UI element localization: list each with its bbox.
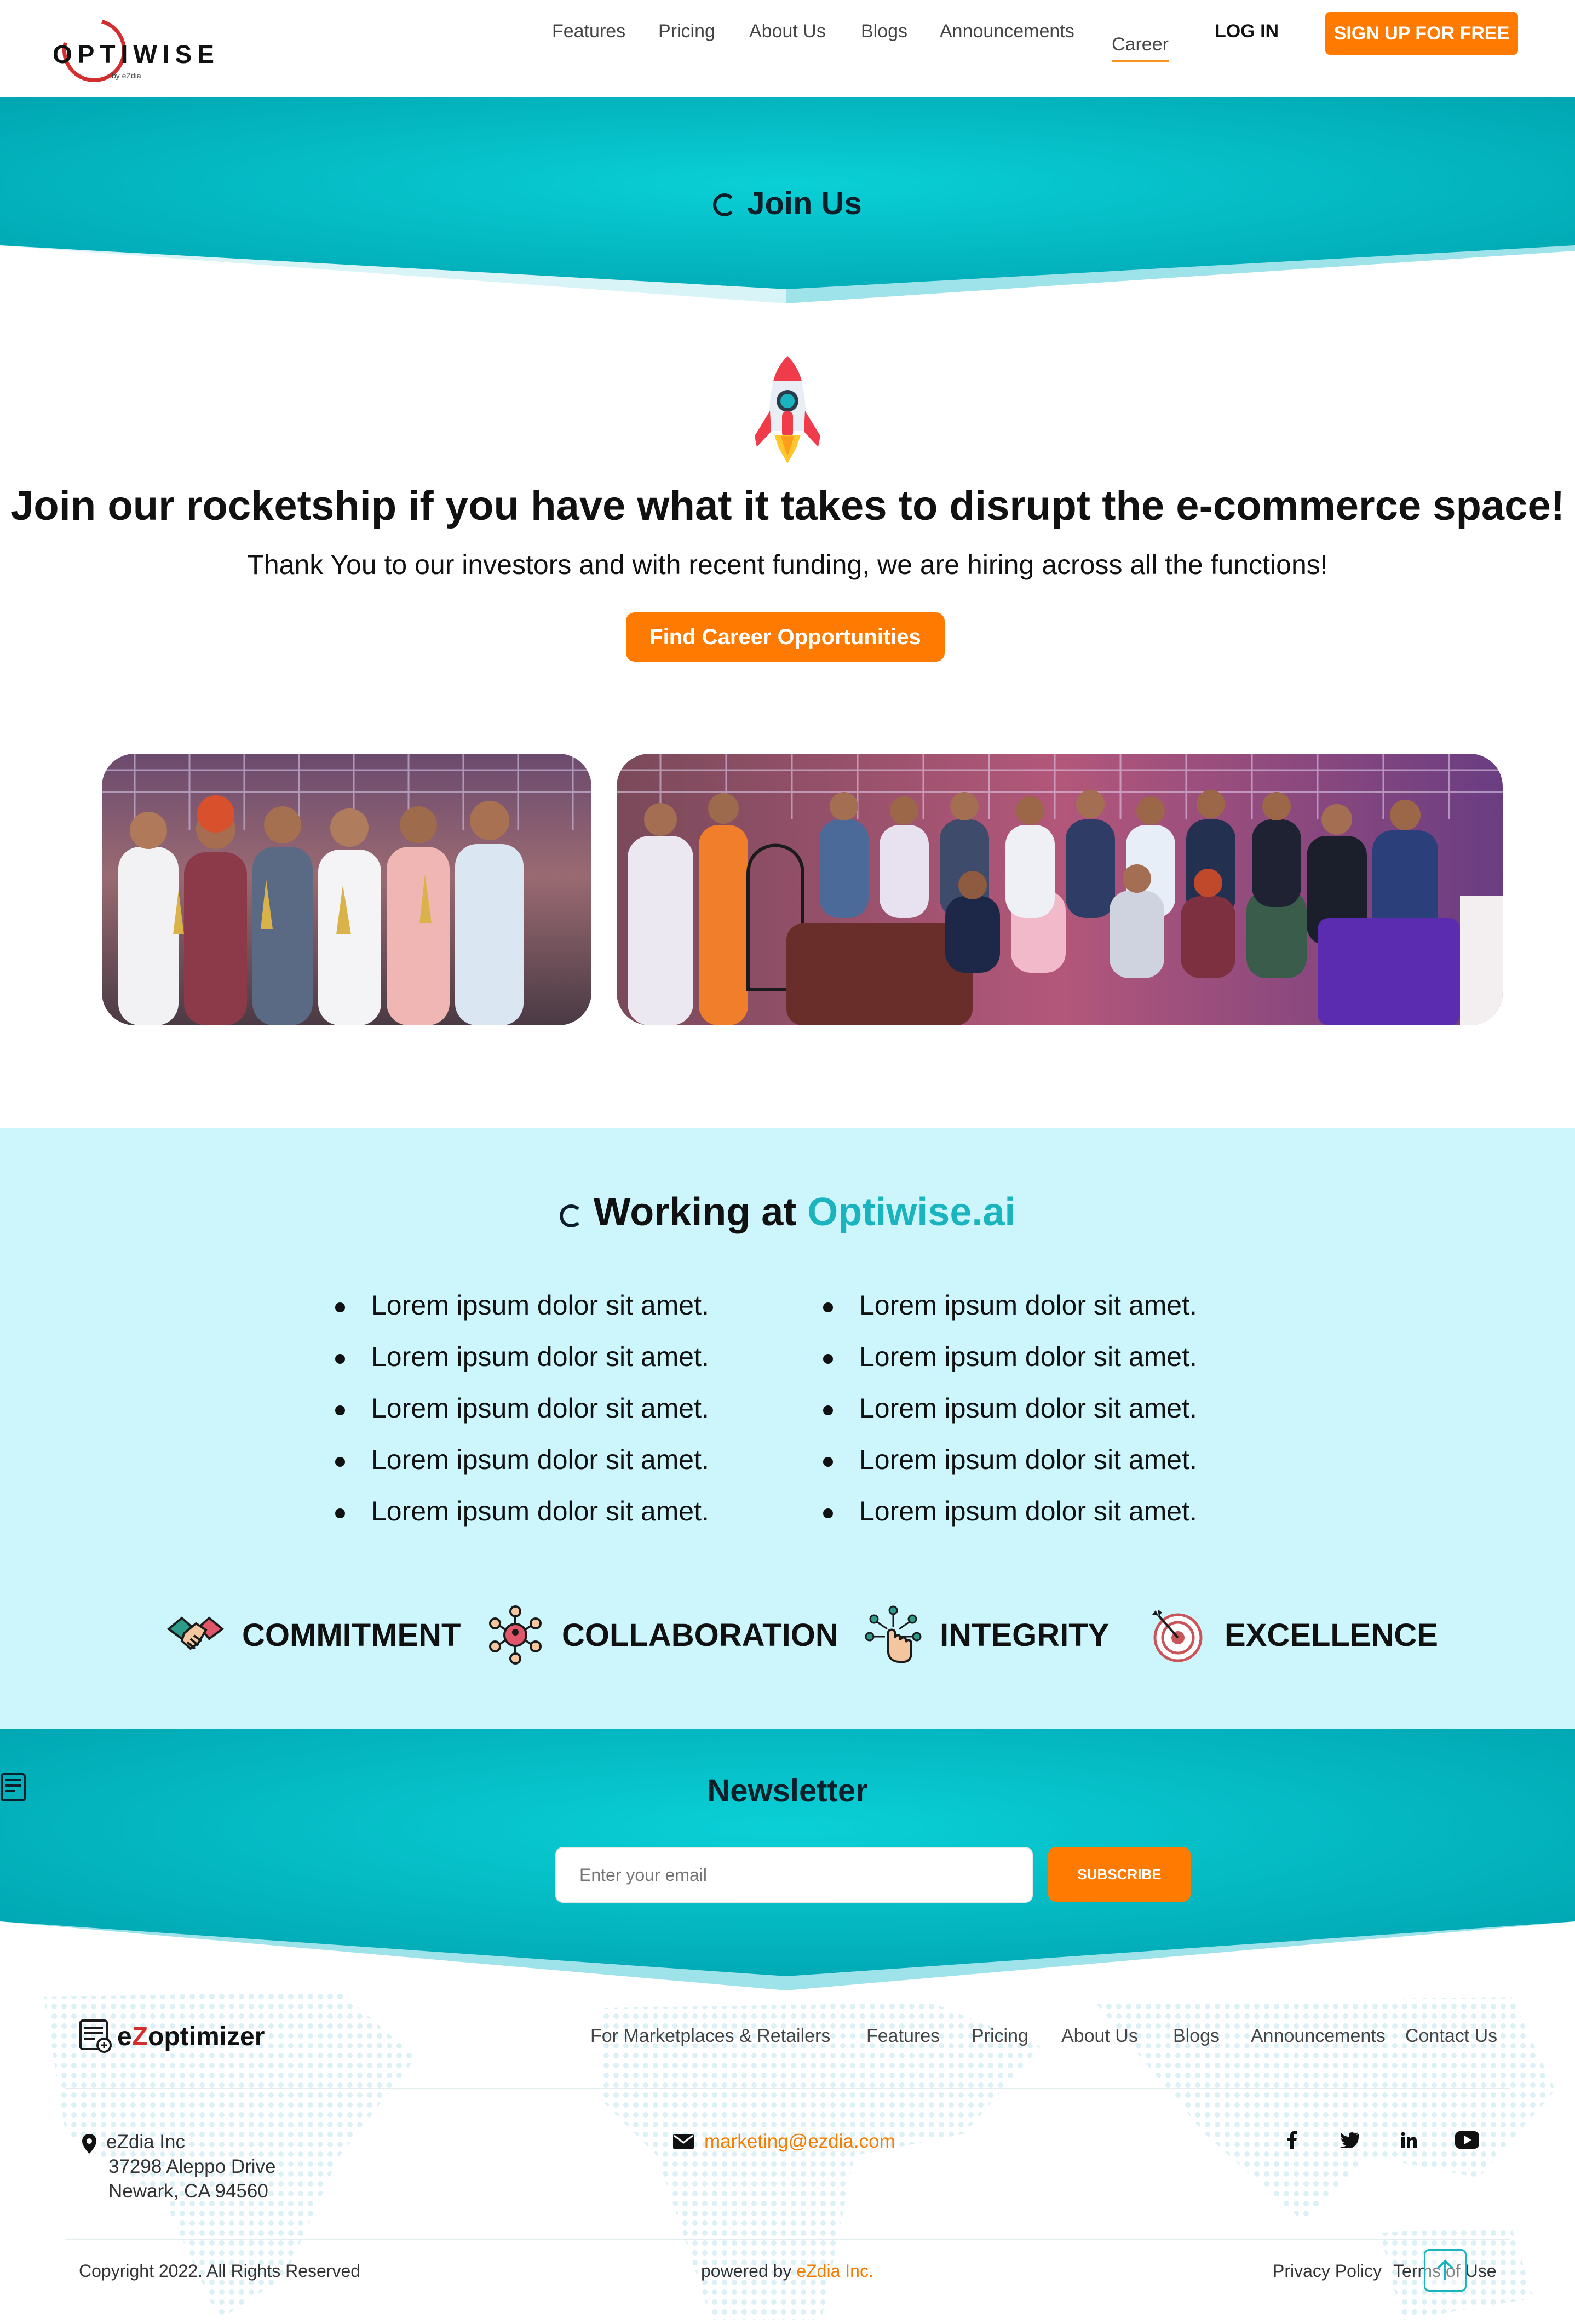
powered-by: powered by eZdia Inc. [701, 2261, 873, 2281]
brand-suffix: optimizer [148, 2022, 265, 2051]
footer-nav-pricing[interactable]: Pricing [972, 2025, 1028, 2047]
newsletter-title: Newsletter [0, 1772, 1575, 1809]
nav-about-us[interactable]: About Us [749, 21, 826, 42]
logo-subtitle: by eZdia [112, 71, 141, 80]
powered-link[interactable]: eZdia Inc. [796, 2261, 873, 2281]
optiwise-logo[interactable]: OPTIWISE by eZdia [50, 7, 222, 94]
ezoptimizer-icon [79, 2019, 112, 2053]
linkedin-glyph [1401, 2132, 1417, 2148]
mail-icon [673, 2134, 694, 2149]
scroll-to-top-button[interactable] [1424, 2249, 1467, 2292]
bullets-right: Lorem ipsum dolor sit amet. Lorem ipsum … [823, 1289, 1197, 1547]
value-label: INTEGRITY [940, 1617, 1110, 1653]
list-item: Lorem ipsum dolor sit amet. [335, 1289, 709, 1341]
twitter-icon[interactable] [1335, 2125, 1365, 2155]
working-title: Working at Optiwise.ai [0, 1190, 1575, 1235]
working-section: Working at Optiwise.ai Lorem ipsum dolor… [0, 1128, 1575, 1729]
newsletter-section: Newsletter SUBSCRIBE [0, 1729, 1575, 1992]
nav-announcements[interactable]: Announcements [940, 21, 1074, 42]
youtube-icon[interactable] [1452, 2125, 1482, 2155]
newsletter-title-text: Newsletter [707, 1773, 868, 1809]
subscribe-button[interactable]: SUBSCRIBE [1048, 1847, 1191, 1902]
powered-prefix: powered by [701, 2261, 792, 2281]
list-item: Lorem ipsum dolor sit amet. [335, 1341, 709, 1392]
banner-title-text: Join Us [747, 186, 862, 221]
value-label: EXCELLENCE [1225, 1617, 1438, 1653]
facebook-icon[interactable] [1277, 2125, 1307, 2155]
list-item: Lorem ipsum dolor sit amet. [823, 1289, 1197, 1341]
nav-blogs[interactable]: Blogs [861, 21, 907, 42]
footer-nav-blogs[interactable]: Blogs [1173, 2025, 1220, 2047]
list-item: Lorem ipsum dolor sit amet. [823, 1341, 1197, 1392]
find-career-button[interactable]: Find Career Opportunities [626, 612, 945, 662]
spinner-icon [713, 193, 737, 216]
list-item: Lorem ipsum dolor sit amet. [823, 1495, 1197, 1547]
copyright-text: Copyright 2022. All Rights Reserved [79, 2261, 361, 2281]
footer-nav-marketplaces[interactable]: For Marketplaces & Retailers [590, 2025, 830, 2047]
signup-button[interactable]: SIGN UP FOR FREE [1325, 12, 1518, 55]
address-company: eZdia Inc [106, 2131, 185, 2153]
value-collaboration: COLLABORATION [485, 1605, 838, 1665]
address-street: 37298 Aleppo Drive [108, 2156, 276, 2177]
handshake-icon [166, 1616, 225, 1650]
join-us-banner: Join Us [0, 97, 1575, 306]
value-commitment: COMMITMENT [165, 1605, 461, 1665]
brand-z: Z [131, 2022, 148, 2051]
footer-divider [65, 2088, 1510, 2089]
hero-subheading: Thank You to our investors and with rece… [247, 549, 1328, 580]
value-label: COMMITMENT [242, 1617, 461, 1653]
list-item: Lorem ipsum dolor sit amet. [335, 1392, 709, 1444]
twitter-glyph [1340, 2132, 1360, 2148]
footer-email[interactable]: marketing@ezdia.com [672, 2131, 895, 2153]
bullets-left: Lorem ipsum dolor sit amet. Lorem ipsum … [335, 1289, 709, 1547]
ezoptimizer-text: eZoptimizer [117, 2022, 265, 2052]
footer-nav-about-us[interactable]: About Us [1061, 2025, 1138, 2047]
list-item: Lorem ipsum dolor sit amet. [823, 1444, 1197, 1495]
banner-title: Join Us [0, 185, 1575, 222]
location-pin-icon [82, 2134, 96, 2154]
login-link[interactable]: LOG IN [1215, 21, 1279, 42]
footer-divider [65, 2239, 1510, 2240]
rocket-icon [755, 356, 820, 463]
brand-prefix: e [117, 2022, 132, 2051]
linkedin-icon[interactable] [1394, 2125, 1424, 2155]
value-integrity: INTEGRITY [863, 1605, 1109, 1665]
nav-pricing[interactable]: Pricing [658, 21, 715, 42]
footer-address: eZdia Inc 37298 Aleppo Drive Newark, CA … [81, 2130, 276, 2204]
nav-career[interactable]: Career [1112, 34, 1169, 62]
facebook-glyph [1287, 2131, 1297, 2149]
target-icon [1152, 1609, 1203, 1662]
footer-nav-features[interactable]: Features [866, 2025, 940, 2047]
list-item: Lorem ipsum dolor sit amet. [823, 1392, 1197, 1444]
team-photo-award [102, 754, 591, 1025]
address-city: Newark, CA 94560 [108, 2180, 268, 2202]
nav-features[interactable]: Features [552, 21, 625, 42]
touch-network-icon [865, 1605, 922, 1663]
ezoptimizer-logo[interactable]: eZoptimizer [79, 2019, 265, 2054]
youtube-glyph [1455, 2131, 1479, 2149]
team-photo-group [617, 754, 1503, 1025]
privacy-policy-link[interactable]: Privacy Policy [1273, 2261, 1382, 2281]
spinner-icon [559, 1204, 583, 1227]
working-title-prefix: Working at [593, 1190, 797, 1234]
email-text: marketing@ezdia.com [704, 2131, 895, 2152]
network-icon [489, 1605, 542, 1665]
site-header: OPTIWISE by eZdia Features Pricing About… [0, 0, 1575, 97]
arrow-up-icon [1437, 2259, 1453, 2280]
footer-nav-contact-us[interactable]: Contact Us [1405, 2025, 1497, 2047]
list-item: Lorem ipsum dolor sit amet. [335, 1444, 709, 1495]
working-title-brand: Optiwise.ai [807, 1190, 1016, 1234]
logo-text: OPTIWISE [53, 40, 220, 68]
value-excellence: EXCELLENCE [1148, 1605, 1438, 1665]
list-item: Lorem ipsum dolor sit amet. [335, 1495, 709, 1547]
site-footer: eZoptimizer For Marketplaces & Retailers… [0, 1992, 1575, 2324]
newsletter-email-input[interactable] [555, 1847, 1033, 1903]
newsletter-icon [1, 1773, 26, 1801]
footer-nav-announcements[interactable]: Announcements [1251, 2025, 1386, 2047]
value-label: COLLABORATION [562, 1617, 838, 1653]
hero-heading: Join our rocketship if you have what it … [10, 483, 1565, 529]
